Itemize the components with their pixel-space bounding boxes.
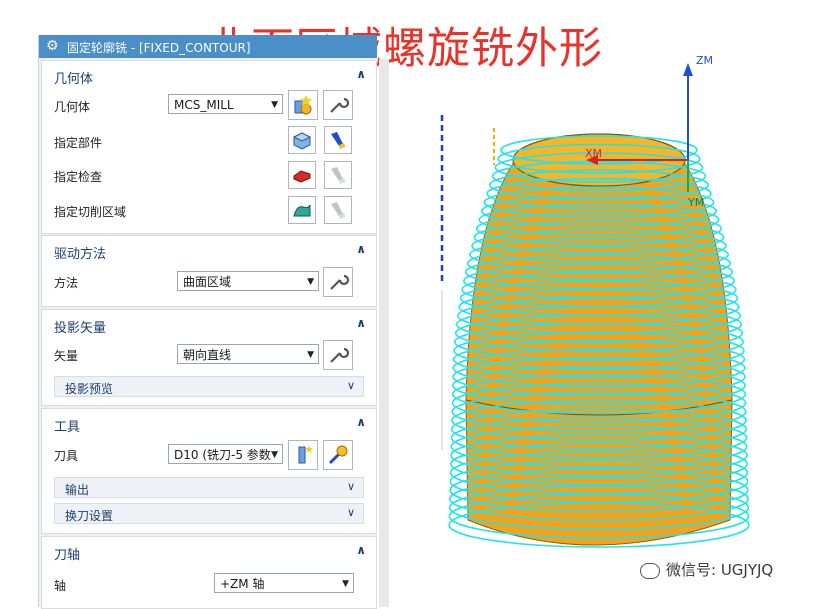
collapse-icon[interactable]: ∧: [356, 242, 366, 256]
projection-vector-section: 投影矢量 ∧ 矢量 朝向直线 ▼ 投影预览 ∨: [41, 309, 377, 406]
geometry-select[interactable]: MCS_MILL ▼: [168, 94, 283, 114]
select-check-button[interactable]: [288, 161, 316, 189]
drive-method-value: 曲面区域: [183, 275, 232, 289]
axis-label: 轴: [54, 579, 67, 593]
projection-vector-header[interactable]: 投影矢量: [54, 317, 106, 336]
vector-select[interactable]: 朝向直线 ▼: [177, 344, 319, 364]
tool-change-label: 换刀设置: [65, 509, 114, 523]
expand-icon[interactable]: ∨: [347, 506, 355, 519]
vector-label: 矢量: [54, 349, 79, 363]
z-axis-arrow: [683, 63, 693, 76]
axis-select[interactable]: +ZM 轴 ▼: [214, 573, 354, 593]
drive-method-section: 驱动方法 ∧ 方法 曲面区域 ▼: [41, 235, 377, 307]
fixed-contour-dialog: ⚙ 固定轮廓铣 - [FIXED_CONTOUR] 几何体 ∧ 几何体 MCS_…: [38, 35, 389, 609]
edit-tool-icon: [328, 445, 348, 465]
display-part-button[interactable]: [324, 126, 352, 154]
edit-drive-method-button[interactable]: [323, 267, 353, 297]
wrench-icon: [330, 274, 350, 290]
check-geometry-icon: [293, 170, 311, 183]
expand-icon[interactable]: ∨: [347, 480, 355, 493]
geometry-section: 几何体 ∧ 几何体 MCS_MILL ▼ 指定部件 指定检查 指定切削区域: [41, 60, 377, 234]
projection-preview-row[interactable]: 投影预览 ∨: [54, 376, 364, 397]
new-tool-button[interactable]: [288, 440, 318, 470]
wechat-icon: [640, 562, 660, 579]
specify-check-label: 指定检查: [54, 170, 103, 184]
collapse-icon[interactable]: ∧: [356, 415, 366, 429]
x-axis-label: XM: [585, 147, 602, 160]
tool-label: 刀具: [54, 449, 79, 463]
gear-icon: ⚙: [46, 38, 59, 54]
wrench-icon: [330, 347, 350, 363]
tool-section: 工具 ∧ 刀具 D10 (铣刀-5 参数 ▼ 输出 ∨ 换刀设置 ∨: [41, 408, 377, 534]
new-geometry-icon: [294, 95, 312, 115]
cut-area-icon: [293, 204, 311, 217]
drive-method-header[interactable]: 驱动方法: [54, 243, 106, 262]
output-label: 输出: [65, 483, 90, 497]
vector-value: 朝向直线: [183, 348, 232, 362]
specify-part-label: 指定部件: [54, 136, 103, 150]
dropdown-arrow-icon: ▼: [307, 350, 314, 360]
tool-select[interactable]: D10 (铣刀-5 参数 ▼: [168, 444, 283, 464]
edit-geometry-button[interactable]: [323, 90, 353, 120]
drive-method-select[interactable]: 曲面区域 ▼: [177, 271, 319, 291]
expand-icon[interactable]: ∨: [347, 379, 355, 392]
tool-axis-header[interactable]: 刀轴: [54, 544, 80, 563]
dropdown-arrow-icon: ▼: [271, 450, 278, 460]
output-row[interactable]: 输出 ∨: [54, 477, 364, 498]
dropdown-arrow-icon: ▼: [342, 579, 349, 589]
collapse-icon[interactable]: ∧: [356, 543, 366, 557]
dropdown-arrow-icon: ▼: [307, 277, 314, 287]
new-geometry-button[interactable]: [288, 90, 318, 120]
select-part-button[interactable]: [288, 126, 316, 154]
projection-preview-label: 投影预览: [65, 382, 114, 396]
part-icon: [292, 132, 312, 150]
edit-tool-button[interactable]: [323, 440, 353, 470]
select-cut-area-button[interactable]: [288, 196, 316, 224]
wrench-icon: [330, 97, 350, 113]
dropdown-arrow-icon: ▼: [271, 100, 278, 110]
tool-change-row[interactable]: 换刀设置 ∨: [54, 503, 364, 524]
flashlight-icon: [331, 132, 346, 150]
geometry-label: 几何体: [54, 100, 91, 114]
tool-section-header[interactable]: 工具: [54, 416, 80, 435]
z-axis-label: ZM: [696, 54, 713, 67]
method-label: 方法: [54, 276, 79, 290]
collapse-icon[interactable]: ∧: [356, 316, 366, 330]
dialog-title-bar[interactable]: ⚙ 固定轮廓铣 - [FIXED_CONTOUR]: [39, 35, 377, 58]
display-cut-area-button[interactable]: [324, 196, 352, 224]
graphics-viewport[interactable]: ZM XM YM: [380, 0, 839, 607]
geometry-select-value: MCS_MILL: [174, 98, 234, 112]
geometry-section-header[interactable]: 几何体: [54, 68, 93, 87]
tool-value: D10 (铣刀-5 参数: [174, 448, 271, 462]
flashlight-disabled-icon: [331, 202, 346, 220]
edit-vector-button[interactable]: [323, 340, 353, 370]
axis-value: +ZM 轴: [220, 577, 265, 591]
new-tool-icon: [298, 445, 313, 464]
watermark-text: 微信号: UGJYJQ: [666, 561, 774, 579]
watermark: 微信号: UGJYJQ: [640, 559, 773, 580]
tool-axis-section: 刀轴 ∧ 轴 +ZM 轴 ▼: [41, 536, 377, 609]
y-axis-label: YM: [687, 196, 704, 209]
display-check-button[interactable]: [324, 161, 352, 189]
flashlight-disabled-icon: [331, 167, 346, 185]
dialog-title: 固定轮廓铣 - [FIXED_CONTOUR]: [67, 41, 251, 55]
collapse-icon[interactable]: ∧: [356, 67, 366, 81]
specify-cut-area-label: 指定切削区域: [54, 205, 127, 219]
